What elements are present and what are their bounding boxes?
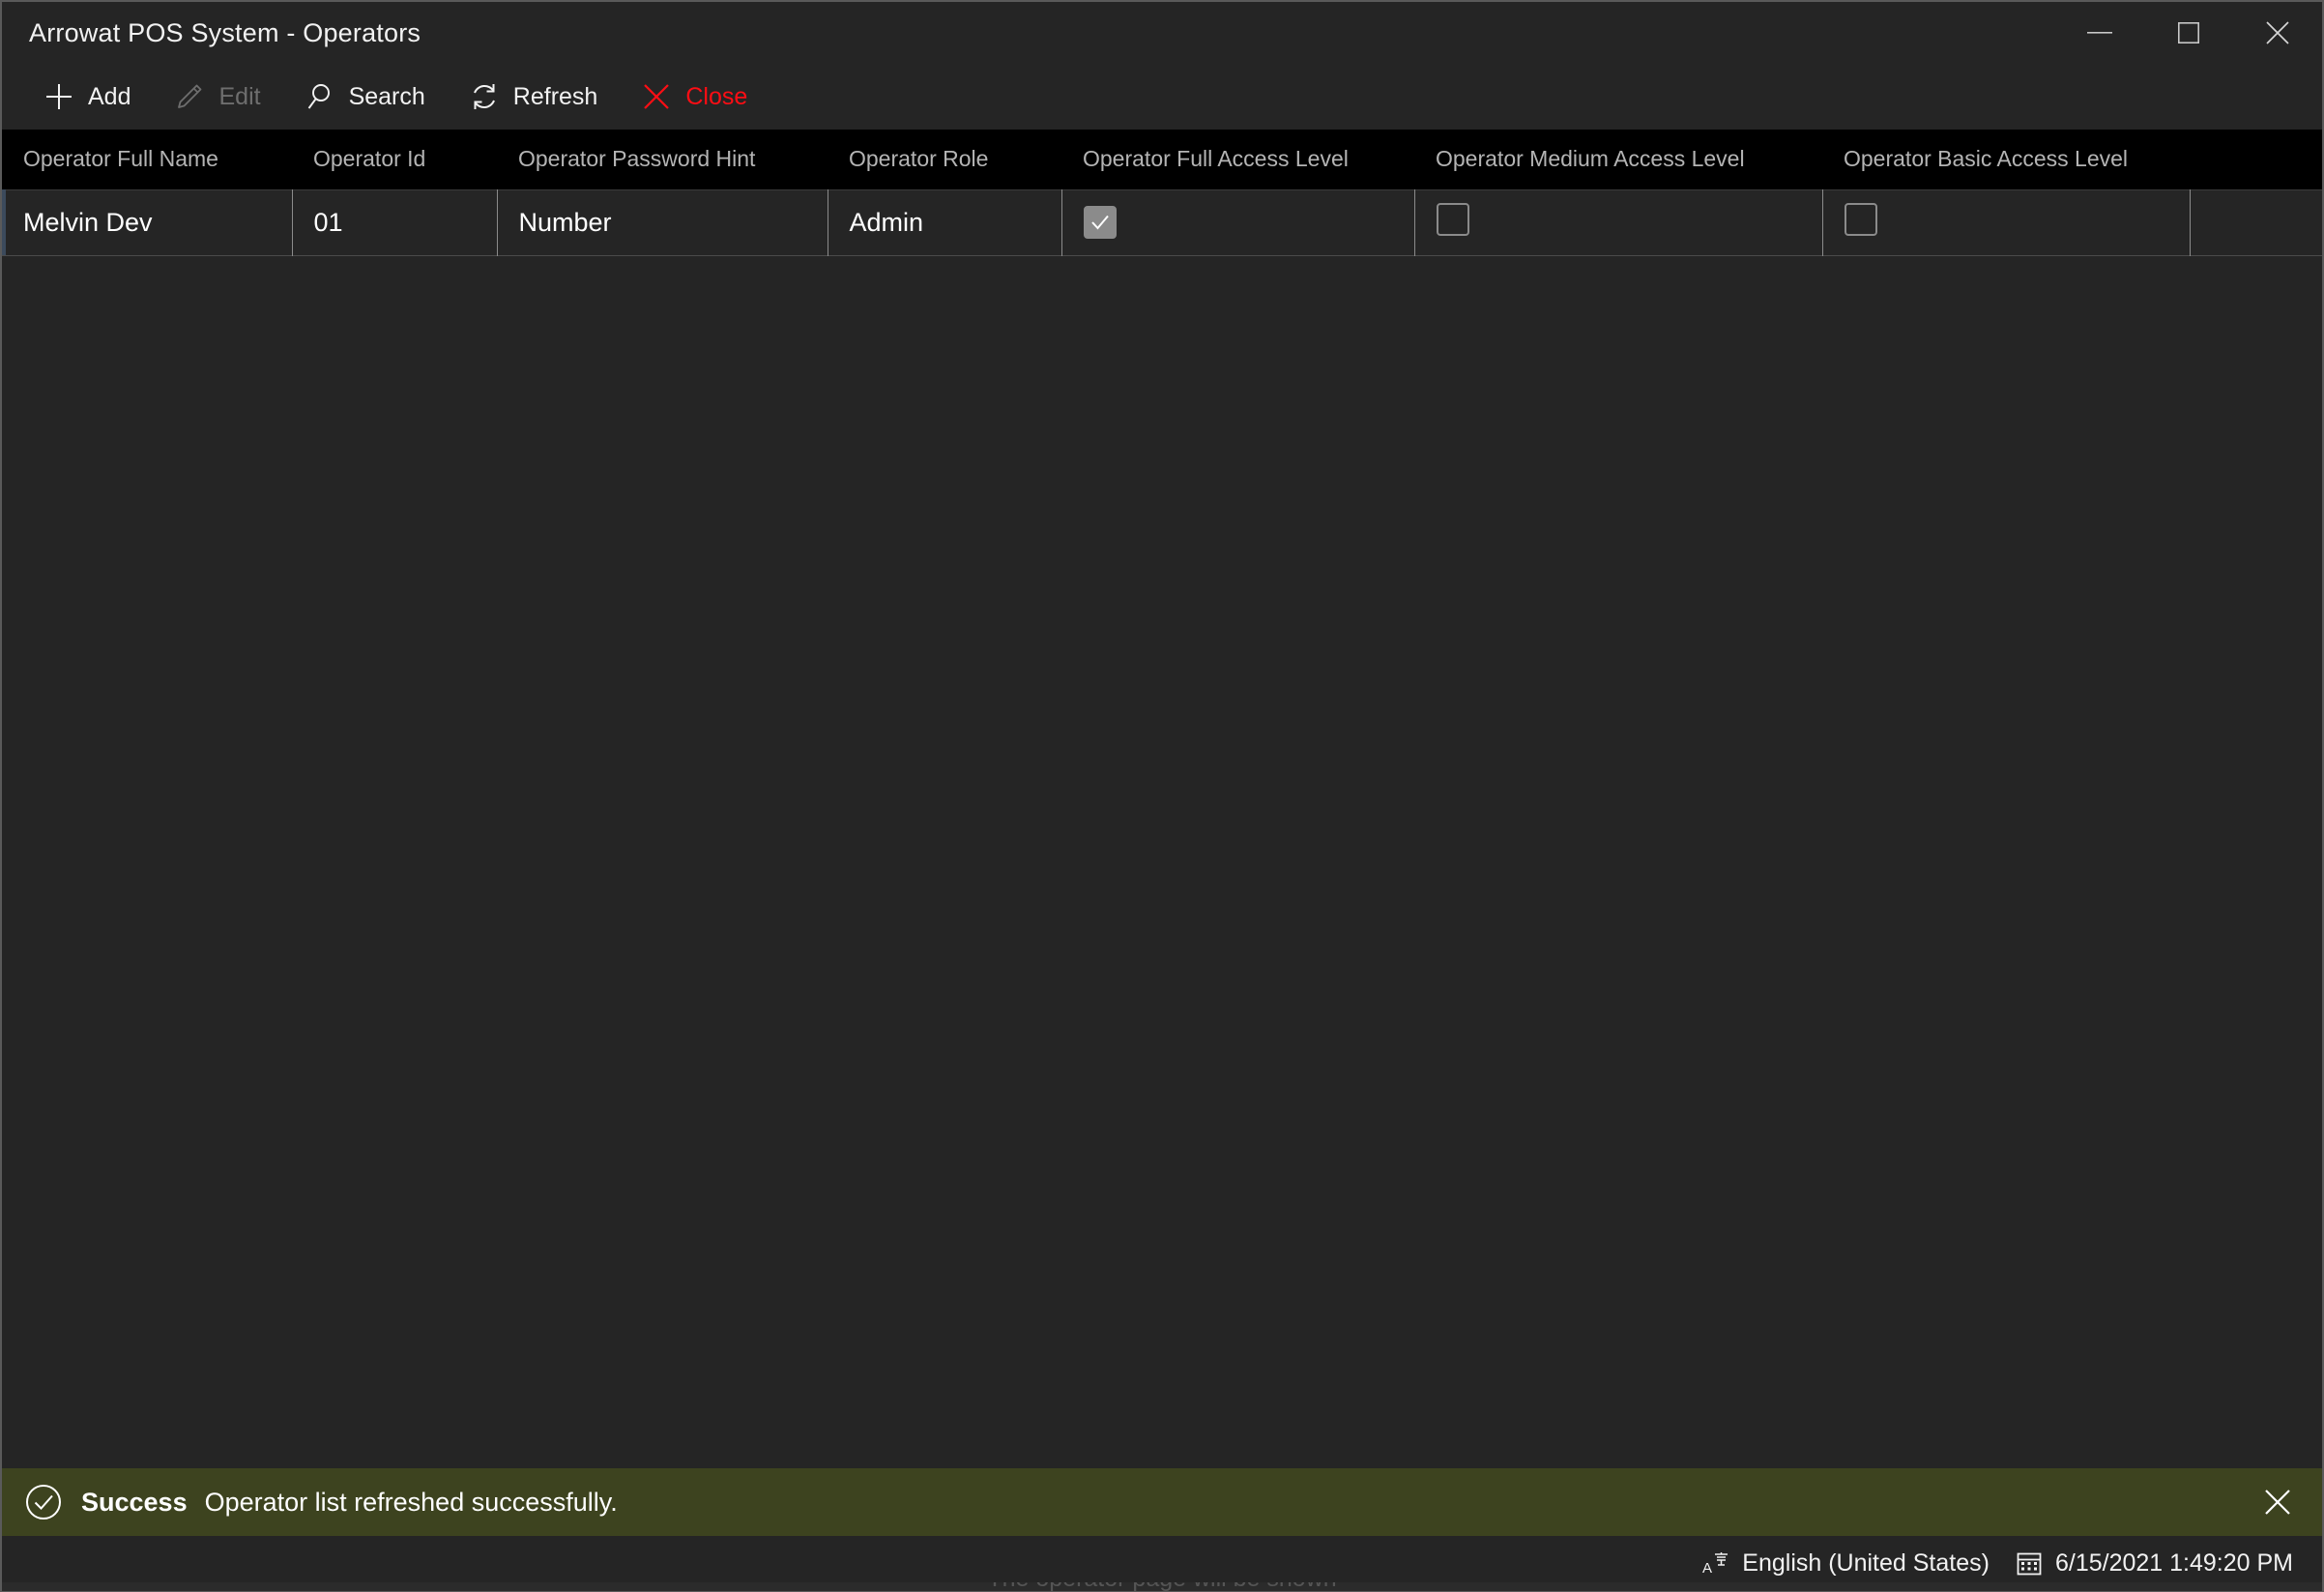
notification-message: Operator list refreshed successfully. [204, 1487, 618, 1517]
column-header-operator-basic-access[interactable]: Operator Basic Access Level [1822, 130, 2190, 189]
add-button-label: Add [88, 82, 131, 110]
column-header-operator-role[interactable]: Operator Role [828, 130, 1061, 189]
operators-grid: Operator Full Name Operator Id Operator … [2, 130, 2322, 256]
clipped-hint-strip: The operator page will be shown [2, 1582, 2322, 1591]
edit-button[interactable]: Edit [152, 70, 281, 124]
window-controls [2055, 2, 2322, 64]
close-toolbar-button-label: Close [685, 82, 748, 110]
table-row[interactable]: Melvin Dev 01 Number Admin [2, 189, 2322, 255]
refresh-button[interactable]: Refresh [447, 70, 620, 124]
column-header-operator-medium-access[interactable]: Operator Medium Access Level [1414, 130, 1822, 189]
search-button-label: Search [348, 82, 425, 110]
cell-operator-full-name: Melvin Dev [2, 189, 293, 255]
plus-icon [43, 80, 75, 113]
toolbar: Add Edit Search Refresh Close [2, 64, 2322, 130]
refresh-icon [468, 80, 501, 113]
add-button[interactable]: Add [21, 70, 152, 124]
refresh-button-label: Refresh [512, 82, 598, 110]
close-toolbar-button[interactable]: Close [619, 70, 769, 124]
search-button[interactable]: Search [282, 70, 447, 124]
cell-operator-medium-access [1414, 189, 1823, 255]
medium-access-checkbox[interactable] [1436, 202, 1469, 236]
column-header-operator-full-access[interactable]: Operator Full Access Level [1061, 130, 1414, 189]
notification-close-icon[interactable] [2254, 1479, 2301, 1525]
cell-filler [2190, 189, 2322, 255]
full-access-checkbox[interactable] [1083, 205, 1117, 239]
cell-operator-basic-access [1822, 189, 2191, 255]
cell-operator-full-access [1061, 189, 1415, 255]
grid-header-row: Operator Full Name Operator Id Operator … [2, 130, 2322, 189]
language-status[interactable]: A English (United States) [1701, 1549, 1990, 1578]
column-header-operator-id[interactable]: Operator Id [292, 130, 497, 189]
cell-operator-role: Admin [828, 189, 1062, 255]
grid-header: Operator Full Name Operator Id Operator … [2, 130, 2322, 189]
window-close-button[interactable] [2233, 2, 2322, 64]
maximize-button[interactable] [2144, 2, 2233, 64]
operators-grid-container: Operator Full Name Operator Id Operator … [2, 130, 2322, 1468]
search-icon [304, 80, 336, 113]
svg-text:A: A [1702, 1560, 1712, 1577]
check-circle-icon [23, 1482, 64, 1522]
language-label: English (United States) [1742, 1549, 1990, 1577]
cell-operator-password-hint: Number [497, 189, 828, 255]
title-bar: Arrowat POS System - Operators [2, 2, 2322, 64]
notification-title: Success [81, 1487, 188, 1517]
notification-bar: Success Operator list refreshed successf… [2, 1468, 2322, 1536]
basic-access-checkbox[interactable] [1844, 202, 1877, 236]
keyboard-language-icon: A [1701, 1549, 1730, 1578]
x-icon [640, 80, 673, 113]
application-window: Arrowat POS System - Operators Add Edit … [0, 0, 2324, 1592]
datetime-label: 6/15/2021 1:49:20 PM [2054, 1549, 2293, 1577]
calendar-icon [2015, 1549, 2044, 1578]
column-header-filler [2190, 130, 2322, 189]
window-title: Arrowat POS System - Operators [29, 17, 421, 47]
datetime-status[interactable]: 6/15/2021 1:49:20 PM [2015, 1549, 2293, 1578]
column-header-operator-full-name[interactable]: Operator Full Name [2, 130, 292, 189]
grid-body: Melvin Dev 01 Number Admin [2, 189, 2322, 255]
minimize-button[interactable] [2055, 2, 2144, 64]
clipped-hint-text: The operator page will be shown [2, 1582, 2322, 1591]
column-header-operator-password-hint[interactable]: Operator Password Hint [497, 130, 828, 189]
edit-button-label: Edit [218, 82, 261, 110]
pencil-icon [173, 80, 206, 113]
row-selection-indicator [2, 189, 6, 255]
cell-operator-id: 01 [292, 189, 498, 255]
